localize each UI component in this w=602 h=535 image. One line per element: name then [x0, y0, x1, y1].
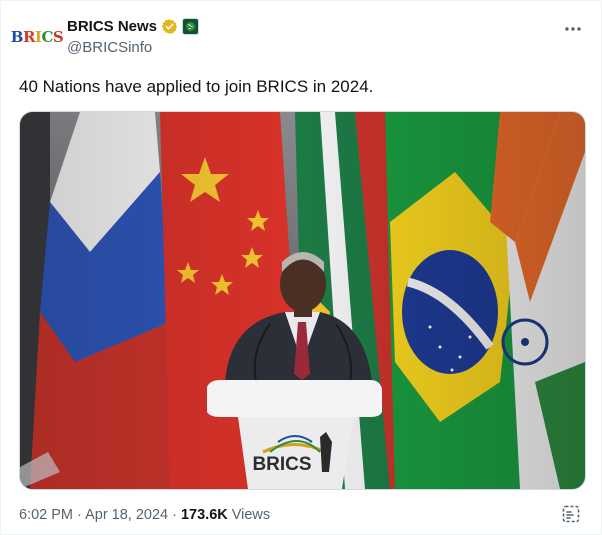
- avatar-logo: BRICS: [10, 28, 64, 46]
- tweet-timestamp[interactable]: 6:02 PM · Apr 18, 2024: [19, 507, 168, 523]
- more-horizontal-icon[interactable]: [563, 19, 583, 39]
- account-handle[interactable]: @BRICSinfo: [67, 39, 152, 56]
- podium-logo-text: BRICS: [252, 454, 311, 475]
- affiliation-icon[interactable]: [182, 18, 200, 35]
- views-label: Views: [231, 507, 271, 523]
- tweet-card: BRICS BRICS News @BRICSinfo 40 Nations h…: [0, 0, 602, 535]
- summit-photo: BRICS: [20, 112, 585, 489]
- name-row: BRICS News: [67, 18, 200, 35]
- avatar[interactable]: BRICS: [11, 17, 64, 57]
- views-count: 173.6K: [180, 507, 228, 523]
- tweet-media-photo[interactable]: BRICS: [19, 111, 586, 490]
- grok-icon[interactable]: [561, 504, 581, 524]
- globe-icon: [185, 21, 196, 32]
- gold-check-icon[interactable]: [161, 18, 178, 35]
- display-name[interactable]: BRICS News: [67, 18, 157, 35]
- tweet-meta: 6:02 PM · Apr 18, 2024 · 173.6K Views: [19, 507, 270, 523]
- meta-separator: ·: [172, 507, 177, 523]
- tweet-text: 40 Nations have applied to join BRICS in…: [19, 77, 374, 96]
